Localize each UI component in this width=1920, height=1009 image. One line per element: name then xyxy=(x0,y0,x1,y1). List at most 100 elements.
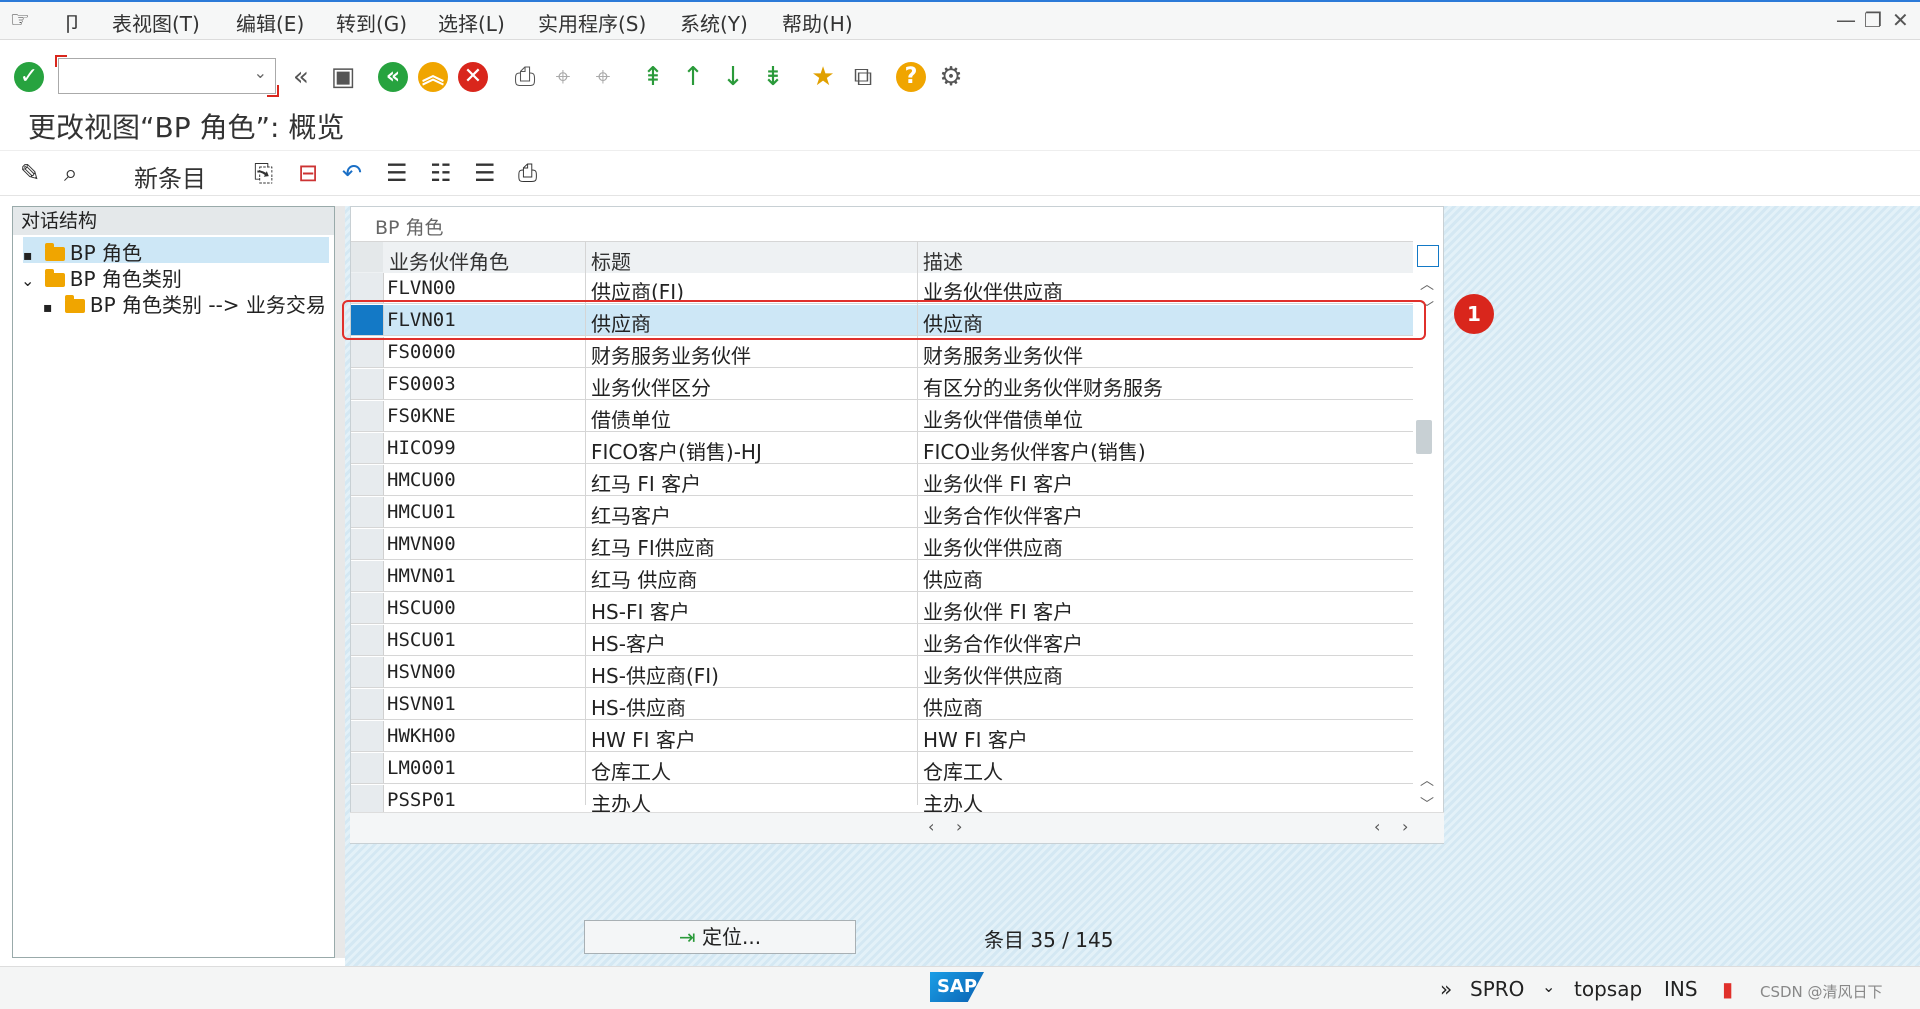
new-session-icon[interactable]: ★ xyxy=(806,60,840,94)
exit-menu-icon[interactable]: ☞ xyxy=(10,8,30,33)
select-all-icon[interactable]: ☰ xyxy=(386,159,408,187)
row-selector[interactable] xyxy=(351,529,384,559)
row-selector[interactable] xyxy=(351,721,384,751)
new-entries-button[interactable]: 新条目 xyxy=(134,159,206,194)
column-header-bp-role[interactable]: 业务伙伴角色 xyxy=(389,246,509,275)
row-selector[interactable] xyxy=(351,337,384,367)
column-settings-icon[interactable] xyxy=(1417,245,1439,267)
tree-item-bp-role-category-transaction[interactable]: ▪ BP 角色类别 --> 业务交易 xyxy=(43,289,326,318)
table-row[interactable]: FS0003 业务伙伴区分 有区分的业务伙伴财务服务 xyxy=(351,369,1413,400)
table-row[interactable]: HWKH00 HW FI 客户 HW FI 客户 xyxy=(351,721,1413,752)
tree-item-bp-role[interactable]: ▪ BP 角色 xyxy=(23,237,329,265)
row-selector[interactable] xyxy=(351,657,384,687)
double-chevron-left-icon[interactable]: « xyxy=(284,60,318,94)
menu-utilities[interactable]: 实用程序(S) xyxy=(538,8,646,37)
table-vertical-scrollbar[interactable]: ︿ ﹀ ︿ ﹀ xyxy=(1414,274,1440,814)
row-selector[interactable] xyxy=(351,753,384,783)
command-field[interactable]: ⌄ xyxy=(55,55,279,97)
row-selector[interactable] xyxy=(351,689,384,719)
gear-icon[interactable]: ⚙ xyxy=(934,60,968,94)
tree-item-bp-role-category[interactable]: ⌄ BP 角色类别 xyxy=(21,263,182,292)
exit-icon[interactable]: ︽ xyxy=(418,62,448,92)
menu-selection[interactable]: 选择(L) xyxy=(438,8,505,37)
folder-icon xyxy=(44,269,65,287)
scroll-left-icon[interactable]: ‹ xyxy=(928,817,934,836)
table-row[interactable]: HMCU00 红马 FI 客户 业务伙伴 FI 客户 xyxy=(351,465,1413,496)
column-header-title[interactable]: 标题 xyxy=(591,246,631,275)
scroll-page-up-icon[interactable]: ︿ xyxy=(1420,770,1434,790)
menu-table-view[interactable]: 表视图(T) xyxy=(112,8,200,37)
table-row[interactable]: HSVN00 HS-供应商(FI) 业务伙伴供应商 xyxy=(351,657,1413,688)
first-page-icon[interactable]: ⇞ xyxy=(636,60,670,94)
enter-icon[interactable]: ✓ xyxy=(14,62,44,92)
double-chevron-right-icon[interactable]: » xyxy=(1440,977,1452,1001)
row-selector[interactable] xyxy=(351,465,384,495)
table-row[interactable]: HSVN01 HS-供应商 供应商 xyxy=(351,689,1413,720)
table-row[interactable]: FS0KNE 借债单位 业务伙伴借债单位 xyxy=(351,401,1413,432)
shortcut-icon[interactable]: ⧉ xyxy=(846,60,880,94)
menu-goto[interactable]: 转到(G) xyxy=(336,8,407,37)
scroll-page-down-icon[interactable]: ﹀ xyxy=(1420,794,1434,814)
print-field-icon[interactable]: ⎙ xyxy=(518,159,537,187)
position-button[interactable]: ⇥ 定位... xyxy=(584,920,856,954)
table-row[interactable]: HICO99 FICO客户(销售)-HJ FICO业务伙伴客户(销售) xyxy=(351,433,1413,464)
watermark: CSDN @清风日下 xyxy=(1760,983,1883,1001)
row-selector[interactable] xyxy=(351,401,384,431)
undo-icon[interactable]: ↶ xyxy=(342,159,362,187)
dialog-structure-panel: 对话结构 ▪ BP 角色 ⌄ BP 角色类别 ▪ BP 角色类别 --> 业务交… xyxy=(12,206,335,958)
row-selector[interactable] xyxy=(351,625,384,655)
delete-icon[interactable]: ⊟ xyxy=(298,159,318,187)
chevron-down-icon[interactable]: ⌄ xyxy=(21,271,34,290)
scroll-right-icon[interactable]: › xyxy=(1402,817,1408,836)
select-block-icon[interactable]: ☷ xyxy=(430,159,452,187)
close-window-icon[interactable]: ✕ xyxy=(1892,8,1909,32)
table-row[interactable]: HMCU01 红马客户 业务合作伙伴客户 xyxy=(351,497,1413,528)
back-icon[interactable]: « xyxy=(378,62,408,92)
table-row[interactable]: HMVN00 红马 FI供应商 业务伙伴供应商 xyxy=(351,529,1413,560)
previous-page-icon[interactable]: ↑ xyxy=(676,60,710,94)
display-change-icon[interactable]: ✎ xyxy=(20,159,40,187)
table-row[interactable]: HSCU01 HS-客户 业务合作伙伴客户 xyxy=(351,625,1413,656)
menu-system[interactable]: 系统(Y) xyxy=(680,8,748,37)
print-icon[interactable]: ⎙ xyxy=(508,60,542,94)
scroll-right-icon[interactable]: › xyxy=(956,817,962,836)
chevron-down-icon[interactable]: ⌄ xyxy=(254,63,267,82)
deselect-all-icon[interactable]: ☰ xyxy=(474,159,496,187)
help-icon[interactable]: ? xyxy=(896,62,926,92)
row-selector[interactable] xyxy=(351,561,384,591)
last-page-icon[interactable]: ⇟ xyxy=(756,60,790,94)
cell-description: 有区分的业务伙伴财务服务 xyxy=(923,376,1163,400)
restore-icon[interactable]: ❐ xyxy=(1864,8,1882,32)
menu-edit[interactable]: 编辑(E) xyxy=(236,8,304,37)
row-selector[interactable] xyxy=(351,433,384,463)
bullet-icon: ▪ xyxy=(23,248,33,264)
other-view-icon[interactable]: ⌕ xyxy=(64,159,77,187)
chevron-down-icon[interactable]: ⌄ xyxy=(1542,977,1555,996)
menu-help[interactable]: 帮助(H) xyxy=(782,8,853,37)
table-row[interactable]: FS0000 财务服务业务伙伴 财务服务业务伙伴 xyxy=(351,337,1413,368)
scroll-left-icon[interactable]: ‹ xyxy=(1374,817,1380,836)
table-row[interactable]: HMVN01 红马 供应商 供应商 xyxy=(351,561,1413,592)
scroll-up-icon[interactable]: ︿ xyxy=(1420,274,1434,294)
position-button-label: 定位... xyxy=(702,925,762,949)
column-header-description[interactable]: 描述 xyxy=(923,246,963,275)
cell-bp-role: HWKH00 xyxy=(387,725,456,747)
row-selector[interactable] xyxy=(351,593,384,623)
sap-menu-icon[interactable]: 卩 xyxy=(62,8,82,37)
insert-mode: INS xyxy=(1664,977,1698,1001)
row-selector[interactable] xyxy=(351,497,384,527)
select-all-cell[interactable] xyxy=(351,242,383,272)
row-selector[interactable] xyxy=(351,369,384,399)
cell-description: 财务服务业务伙伴 xyxy=(923,344,1083,368)
table-horizontal-scrollbar[interactable]: ‹ › ‹ › xyxy=(350,812,1444,843)
table-row[interactable]: HSCU00 HS-FI 客户 业务伙伴 FI 客户 xyxy=(351,593,1413,624)
cancel-icon[interactable]: ✕ xyxy=(458,62,488,92)
row-selector[interactable] xyxy=(351,273,384,303)
next-page-icon[interactable]: ↓ xyxy=(716,60,750,94)
row-selector[interactable] xyxy=(351,785,384,815)
minimize-icon[interactable]: — xyxy=(1836,8,1856,32)
copy-as-icon[interactable]: ⎘ xyxy=(254,159,273,187)
table-row[interactable]: LM0001 仓库工人 仓库工人 xyxy=(351,753,1413,784)
scroll-thumb[interactable] xyxy=(1416,420,1432,454)
save-icon[interactable]: ▣ xyxy=(326,60,360,94)
